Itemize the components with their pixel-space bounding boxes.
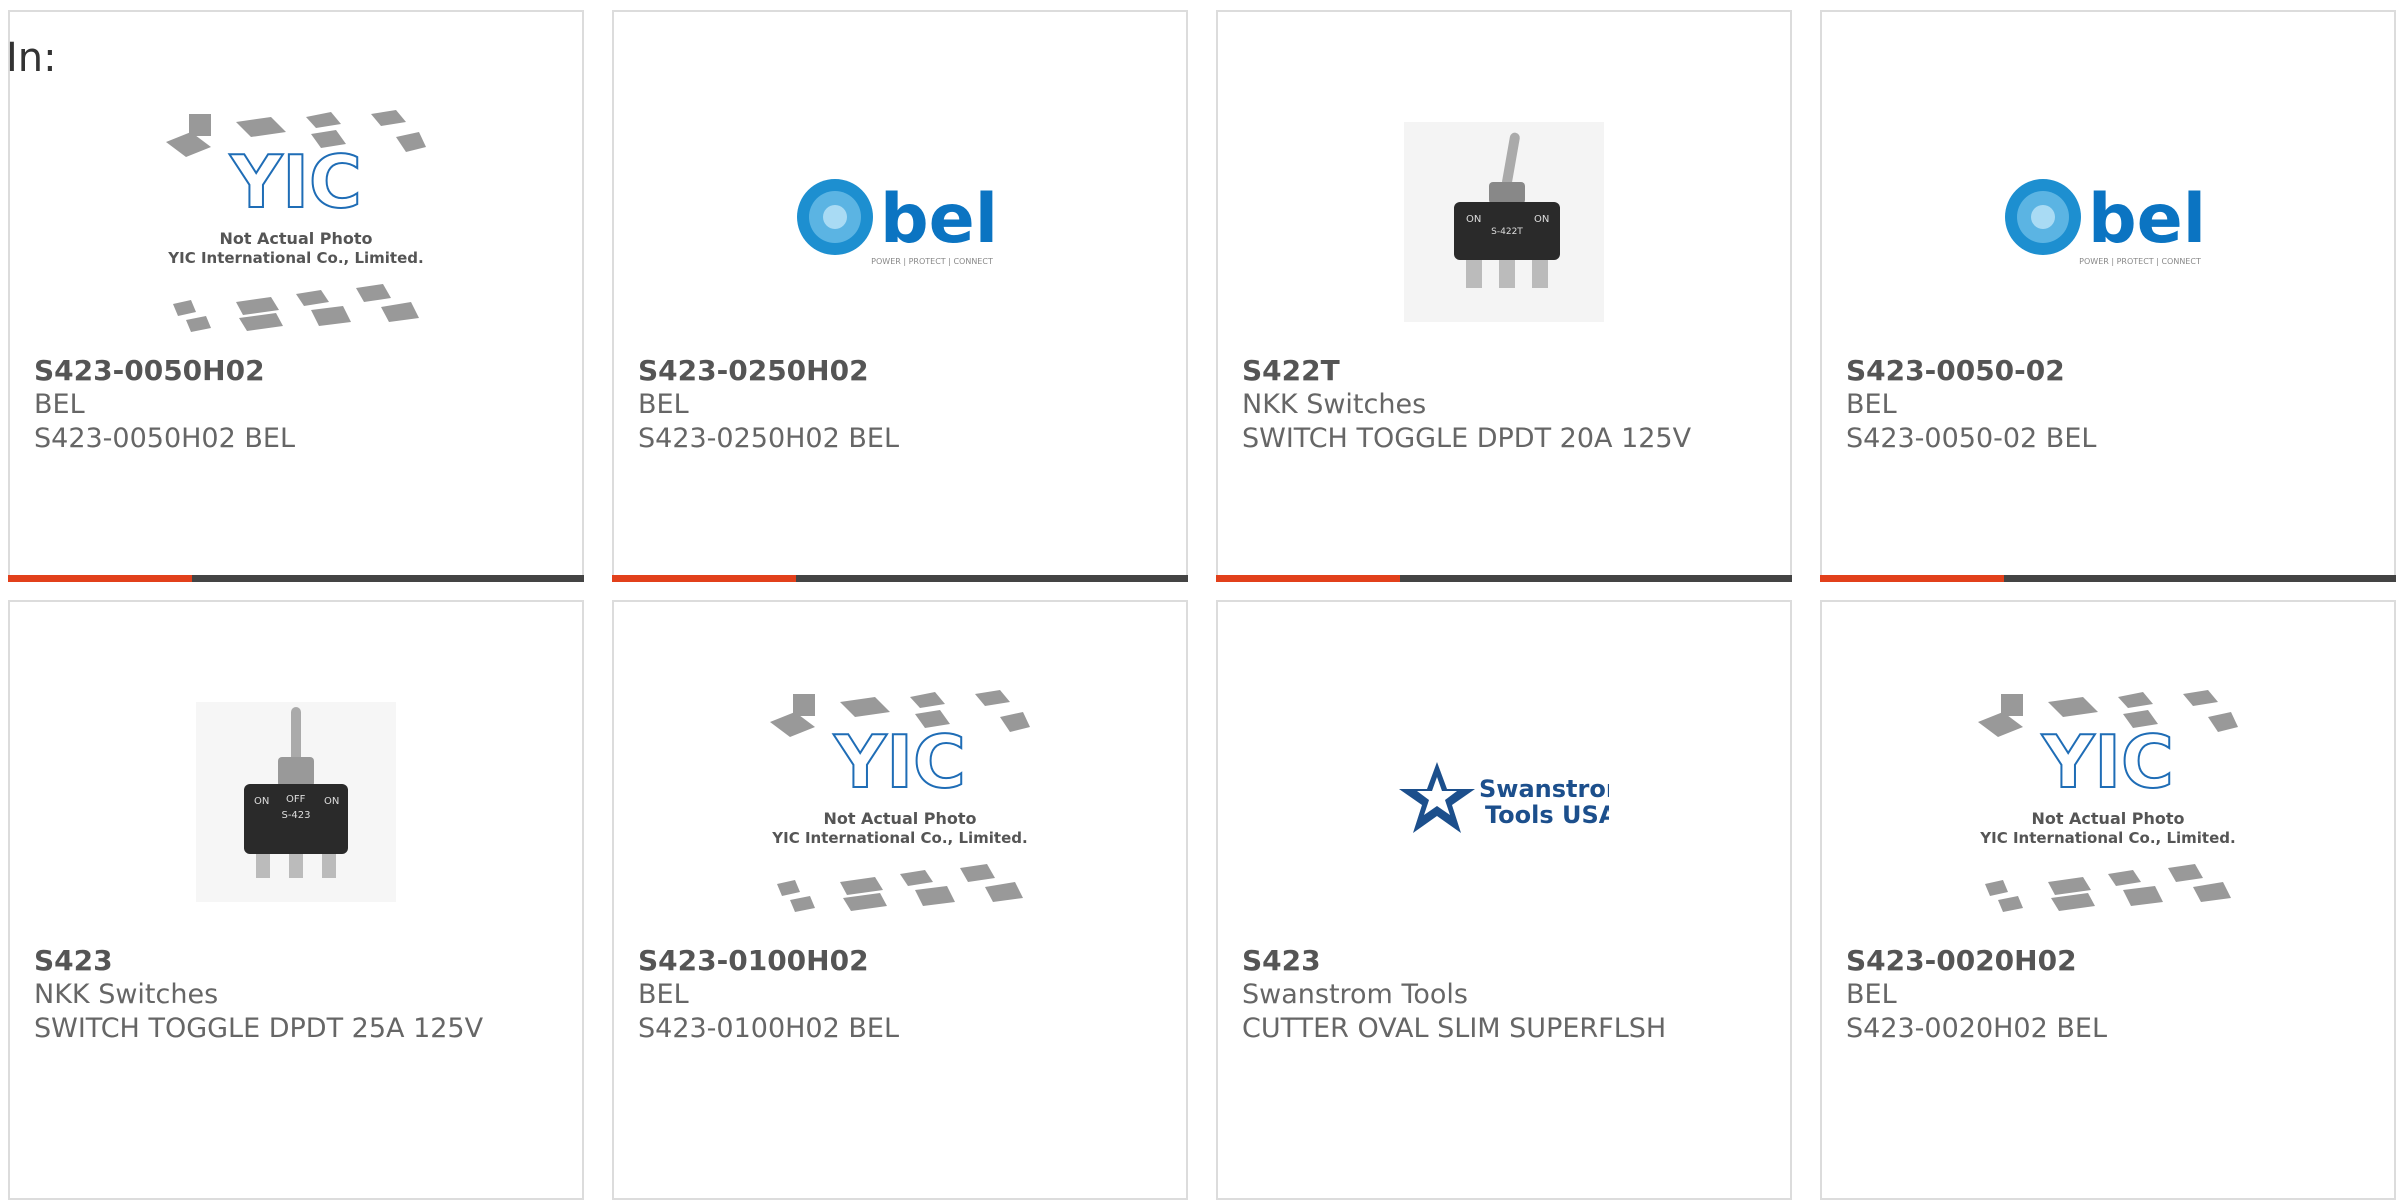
svg-text:ON: ON [254,796,269,807]
svg-text:POWER | PROTECT | CONNECT: POWER | PROTECT | CONNECT [871,257,993,266]
product-image[interactable]: ON OFF ON S-423 [10,672,582,932]
svg-text:S-422T: S-422T [1491,227,1523,237]
part-number-link[interactable]: S423-0050H02 [34,354,562,388]
svg-text:Not Actual Photo: Not Actual Photo [219,229,372,248]
part-number-link[interactable]: S423-0250H02 [638,354,1166,388]
description-label: S423-0020H02 BEL [1846,1013,2107,1044]
svg-text:Tools USA: Tools USA [1485,801,1609,829]
description-label: S423-0050H02 BEL [34,423,295,454]
svg-text:YIC: YIC [2041,720,2174,804]
svg-text:YIC: YIC [229,140,362,224]
manufacturer-label: BEL [1846,389,1897,420]
product-card[interactable]: Swanstrom Tools USA S423 Swanstrom Tools… [1216,600,1792,1200]
manufacturer-label: NKK Switches [34,979,219,1010]
product-image[interactable]: ON ON S-422T [1218,92,1790,352]
placeholder-image: YIC Not Actual Photo YIC International C… [166,110,426,332]
manufacturer-label: BEL [34,389,85,420]
swanstrom-logo: Swanstrom Tools USA [1399,762,1609,833]
svg-text:Swanstrom: Swanstrom [1479,775,1609,803]
svg-text:YIC International Co., Limited: YIC International Co., Limited. [167,249,423,267]
description-label: S423-0050-02 BEL [1846,423,2097,454]
placeholder-image: YIC Not Actual Photo YIC International C… [1978,690,2238,912]
part-number-link[interactable]: S423-0020H02 [1846,944,2374,978]
card-accent-bar [612,575,1188,582]
svg-text:OFF: OFF [286,794,306,805]
svg-text:YIC International Co., Limited: YIC International Co., Limited. [771,829,1027,847]
svg-text:bel: bel [880,180,998,259]
description-label: S423-0250H02 BEL [638,423,899,454]
description-label: SWITCH TOGGLE DPDT 25A 125V [34,1013,484,1044]
svg-text:S-423: S-423 [281,810,310,821]
product-card[interactable]: ON ON S-422T S422T NKK Switches SWITCH T… [1216,10,1792,582]
product-card[interactable]: bel POWER | PROTECT | CONNECT S423-0050-… [1820,10,2396,582]
part-number-link[interactable]: S423 [34,944,562,978]
svg-text:Not Actual Photo: Not Actual Photo [2031,809,2184,828]
manufacturer-label: BEL [638,979,689,1010]
part-number-link[interactable]: S423 [1242,944,1770,978]
svg-text:ON: ON [1466,214,1481,225]
part-number-link[interactable]: S423-0050-02 [1846,354,2374,388]
manufacturer-label: BEL [1846,979,1897,1010]
bel-logo: bel POWER | PROTECT | CONNECT [2005,179,2206,266]
in-label: In: [6,35,57,81]
toggle-switch-photo: ON OFF ON S-423 [196,702,396,902]
bel-logo: bel POWER | PROTECT | CONNECT [797,179,998,266]
manufacturer-label: Swanstrom Tools [1242,979,1468,1010]
description-label: S423-0100H02 BEL [638,1013,899,1044]
product-image[interactable]: bel POWER | PROTECT | CONNECT [614,92,1186,352]
manufacturer-label: BEL [638,389,689,420]
card-accent-bar [8,575,584,582]
svg-text:ON: ON [324,796,339,807]
svg-text:bel: bel [2088,180,2206,259]
product-image[interactable]: YIC Not Actual Photo YIC International C… [614,672,1186,932]
product-card[interactable]: YIC Not Actual Photo YIC International C… [612,600,1188,1200]
description-label: SWITCH TOGGLE DPDT 20A 125V [1242,423,1692,454]
card-accent-bar [1216,575,1792,582]
part-number-link[interactable]: S423-0100H02 [638,944,1166,978]
svg-text:ON: ON [1534,214,1549,225]
part-number-link[interactable]: S422T [1242,354,1770,388]
svg-text:POWER | PROTECT | CONNECT: POWER | PROTECT | CONNECT [2079,257,2201,266]
product-card[interactable]: YIC Not Actual Photo YIC International C… [1820,600,2396,1200]
manufacturer-label: NKK Switches [1242,389,1427,420]
card-accent-bar [1820,575,2396,582]
product-card[interactable]: YIC Not Actual Photo YIC International C… [8,10,584,582]
placeholder-image: YIC Not Actual Photo YIC International C… [770,690,1030,912]
svg-text:Not Actual Photo: Not Actual Photo [823,809,976,828]
product-image[interactable]: YIC Not Actual Photo YIC International C… [10,92,582,352]
product-image[interactable]: Swanstrom Tools USA [1218,672,1790,932]
toggle-switch-photo: ON ON S-422T [1404,122,1604,322]
svg-text:YIC: YIC [833,720,966,804]
description-label: CUTTER OVAL SLIM SUPERFLSH [1242,1013,1667,1044]
product-image[interactable]: bel POWER | PROTECT | CONNECT [1822,92,2394,352]
svg-text:YIC International Co., Limited: YIC International Co., Limited. [1979,829,2235,847]
product-card[interactable]: bel POWER | PROTECT | CONNECT S423-0250H… [612,10,1188,582]
product-card[interactable]: ON OFF ON S-423 S423 NKK Switches SWITCH… [8,600,584,1200]
product-image[interactable]: YIC Not Actual Photo YIC International C… [1822,672,2394,932]
